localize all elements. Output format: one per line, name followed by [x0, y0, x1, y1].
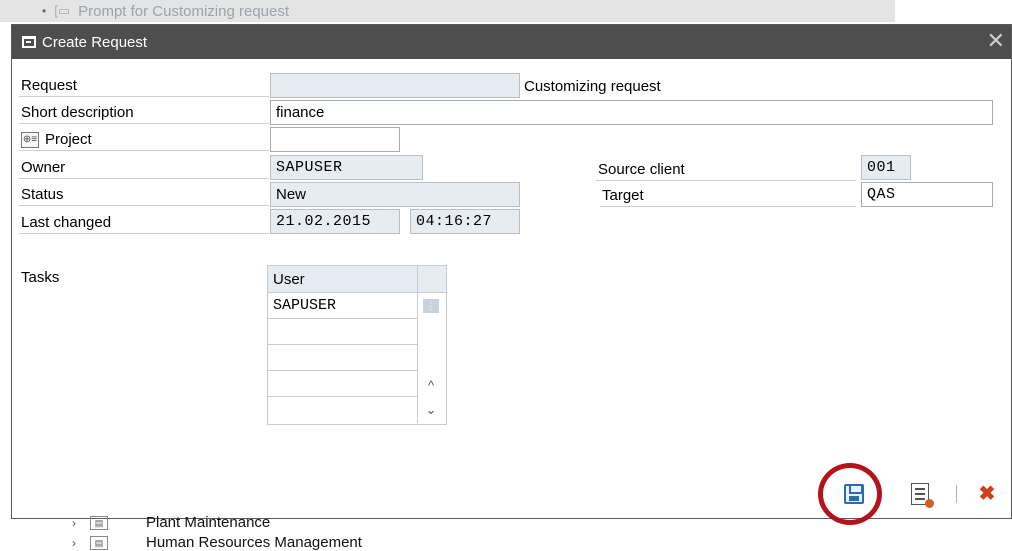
- request-type-label: Customizing request: [524, 77, 661, 95]
- folder-icon: ▤: [90, 515, 108, 530]
- folder-icon: ▤: [90, 535, 108, 550]
- short-description-input[interactable]: finance: [270, 100, 993, 125]
- cancel-icon: ✖: [978, 483, 996, 505]
- toolbar-separator: [880, 485, 881, 503]
- request-number-field: [270, 73, 520, 98]
- short-description-label: Short description: [19, 102, 269, 124]
- save-icon: [844, 484, 864, 504]
- table-row[interactable]: SAPUSER: [268, 293, 418, 319]
- owner-field: SAPUSER: [270, 155, 423, 180]
- scroll-up-icon[interactable]: ^: [423, 378, 439, 394]
- close-icon[interactable]: ✕: [987, 29, 1005, 53]
- background-window-titlebar: • [▭ Prompt for Customizing request: [0, 0, 895, 22]
- tasks-label: Tasks: [21, 268, 60, 286]
- project-label-text: Project: [45, 131, 92, 148]
- tasks-table: User SAPUSER ⋮ ^ ⌄: [267, 265, 447, 425]
- tree-item[interactable]: › ▤ Plant Maintenance: [72, 514, 270, 531]
- scroll-down-icon[interactable]: ⌄: [423, 402, 439, 418]
- chevron-right-icon: ›: [72, 535, 76, 550]
- dialog-titlebar: Create Request ✕: [12, 25, 1011, 59]
- table-row[interactable]: [268, 319, 418, 345]
- project-info-icon[interactable]: ⊕≡: [21, 131, 39, 148]
- document-details-icon: [911, 483, 934, 508]
- tree-item-label: Plant Maintenance: [146, 514, 271, 531]
- table-row[interactable]: [268, 397, 418, 423]
- table-row[interactable]: [268, 371, 418, 397]
- window-icon: [22, 36, 36, 48]
- save-button[interactable]: [841, 481, 867, 507]
- project-label: ⊕≡ Project: [19, 129, 269, 151]
- status-label: Status: [19, 184, 269, 206]
- cancel-button[interactable]: ✖: [974, 481, 1000, 507]
- chevron-right-icon: ›: [72, 515, 76, 530]
- table-row[interactable]: [268, 345, 418, 371]
- project-input[interactable]: [270, 127, 400, 152]
- status-field: New: [270, 182, 520, 207]
- request-label: Request: [19, 75, 269, 97]
- target-label: Target: [600, 185, 856, 207]
- last-changed-label: Last changed: [19, 212, 269, 234]
- source-client-field: 001: [861, 155, 911, 180]
- tree-item-label: Human Resources Management: [146, 534, 362, 551]
- details-button[interactable]: [907, 481, 934, 508]
- tree-item[interactable]: › ▤ Human Resources Management: [72, 534, 362, 551]
- target-input[interactable]: QAS: [861, 182, 993, 207]
- window-icon: [▭: [54, 3, 71, 18]
- dialog-title: Create Request: [42, 33, 148, 51]
- source-client-label: Source client: [596, 159, 856, 181]
- tasks-table-corner: [418, 266, 446, 293]
- create-request-dialog: Create Request ✕ Request Customizing req…: [11, 24, 1012, 519]
- last-changed-date-field: 21.02.2015: [270, 209, 400, 234]
- last-changed-time-field: 04:16:27: [410, 209, 520, 234]
- toolbar-separator: [956, 485, 957, 503]
- row-select-icon[interactable]: ⋮: [423, 299, 439, 313]
- background-window-title: Prompt for Customizing request: [78, 2, 290, 20]
- tree-bullet-icon: •: [42, 4, 47, 18]
- tasks-column-header-user[interactable]: User: [268, 266, 418, 293]
- owner-label: Owner: [19, 157, 269, 179]
